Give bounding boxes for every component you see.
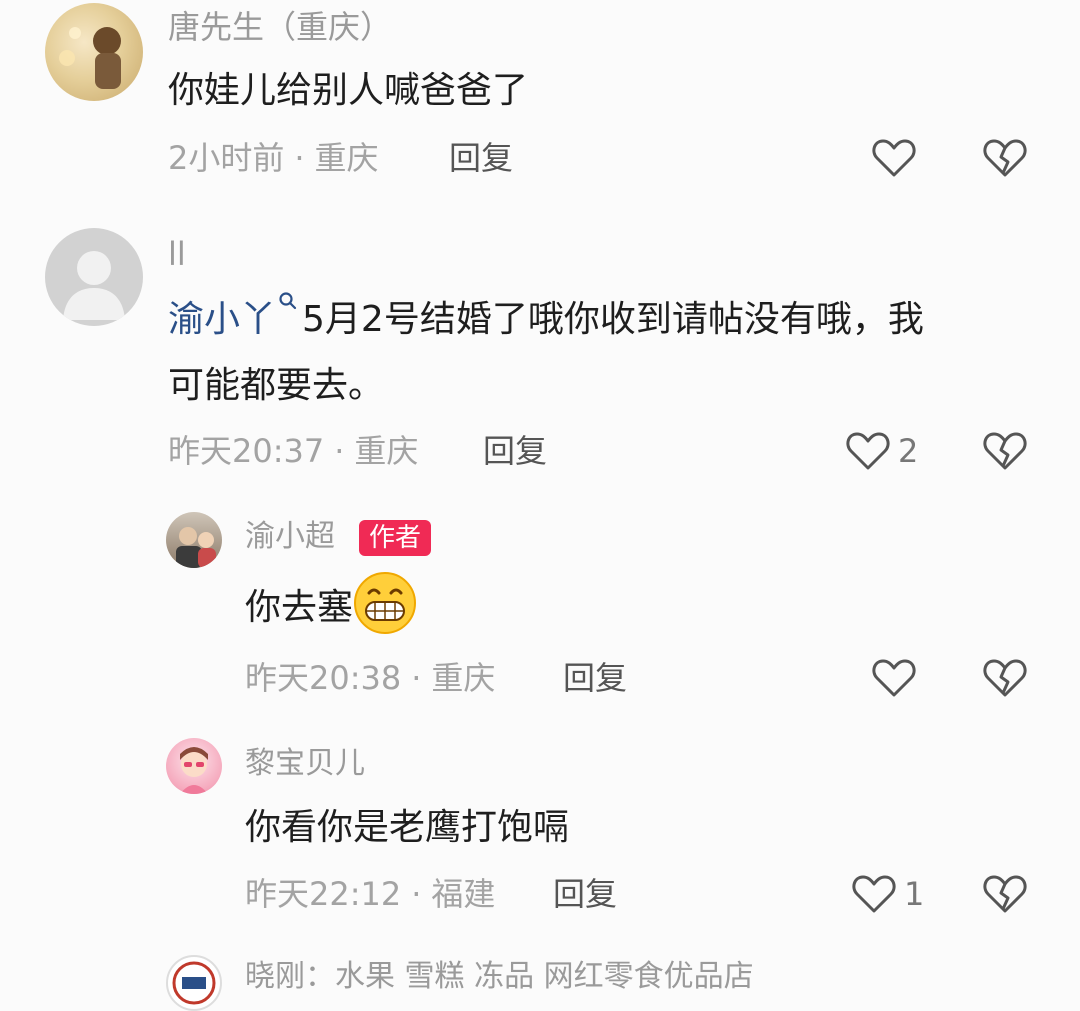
user-avatar[interactable] xyxy=(45,228,143,326)
meta-separator: · xyxy=(411,875,422,913)
user-avatar[interactable] xyxy=(166,512,222,568)
mention-link[interactable]: 渝小丫 xyxy=(168,299,276,340)
comment-time: 2小时前 xyxy=(168,139,285,177)
like-count: 1 xyxy=(904,875,925,913)
meta-separator: · xyxy=(411,659,422,697)
comment-text: 你看你是老鹰打饱嗝 xyxy=(245,807,570,848)
dislike-broken-heart-icon[interactable] xyxy=(983,138,1027,178)
search-icon xyxy=(279,292,297,310)
author-badge: 作者 xyxy=(359,520,432,556)
reply-button[interactable]: 回复 xyxy=(483,431,547,471)
reply-button[interactable]: 回复 xyxy=(449,138,513,178)
meta-separator: · xyxy=(294,139,305,177)
comment-location: 福建 xyxy=(431,875,496,913)
avatar-image xyxy=(59,27,121,89)
comment-text: 渝小丫 5月2号结婚了哦你收到请帖没有哦，我 可能都要去。 xyxy=(168,287,1048,419)
reply-button[interactable]: 回复 xyxy=(563,658,627,698)
comment-text: 你去塞 xyxy=(245,571,417,641)
comment-time: 昨天20:37 xyxy=(168,432,325,470)
comment-location: 重庆 xyxy=(354,432,419,470)
comment-time: 昨天20:38 xyxy=(245,659,402,697)
comment-meta: 昨天22:12 · 福建 xyxy=(245,874,495,914)
comment-username[interactable]: 唐先生（重庆） xyxy=(168,7,392,47)
dislike-broken-heart-icon[interactable] xyxy=(983,658,1027,698)
meta-separator: · xyxy=(334,432,345,470)
comment-username[interactable]: 黎宝贝儿 xyxy=(245,744,365,784)
comment-location: 重庆 xyxy=(314,139,379,177)
comment-username[interactable]: 晓刚：水果 雪糕 冻品 网红零食优品店 xyxy=(245,957,754,997)
comment-username[interactable]: 渝小超 xyxy=(245,517,335,557)
grinning-face-emoji-icon xyxy=(354,572,417,634)
comment-time: 昨天22:12 xyxy=(245,875,402,913)
dislike-broken-heart-icon[interactable] xyxy=(983,431,1027,471)
like-heart-icon[interactable] xyxy=(846,431,890,471)
comment-meta: 2小时前 · 重庆 xyxy=(168,138,379,178)
comment-text: 你娃儿给别人喊爸爸了 xyxy=(168,70,529,111)
comment-meta: 昨天20:38 · 重庆 xyxy=(245,658,495,698)
comment-location: 重庆 xyxy=(431,659,496,697)
comment-text-body: 你去塞 xyxy=(245,587,354,628)
avatar-image xyxy=(176,527,216,568)
comment-username[interactable]: ll xyxy=(168,234,186,274)
like-heart-icon[interactable] xyxy=(872,658,916,698)
user-avatar[interactable] xyxy=(45,3,143,101)
default-avatar-icon xyxy=(63,251,125,320)
avatar-image xyxy=(180,747,208,794)
comment-text-line2: 可能都要去。 xyxy=(168,365,385,406)
dislike-broken-heart-icon[interactable] xyxy=(983,874,1027,914)
user-avatar[interactable] xyxy=(166,738,222,794)
like-heart-icon[interactable] xyxy=(852,874,896,914)
like-count: 2 xyxy=(898,432,919,470)
user-avatar[interactable] xyxy=(166,955,222,1011)
reply-button[interactable]: 回复 xyxy=(553,874,617,914)
comment-meta: 昨天20:37 · 重庆 xyxy=(168,431,418,471)
shop-logo-icon xyxy=(172,961,216,1005)
comment-text-line1: 5月2号结婚了哦你收到请帖没有哦，我 xyxy=(302,299,924,340)
like-heart-icon[interactable] xyxy=(872,138,916,178)
